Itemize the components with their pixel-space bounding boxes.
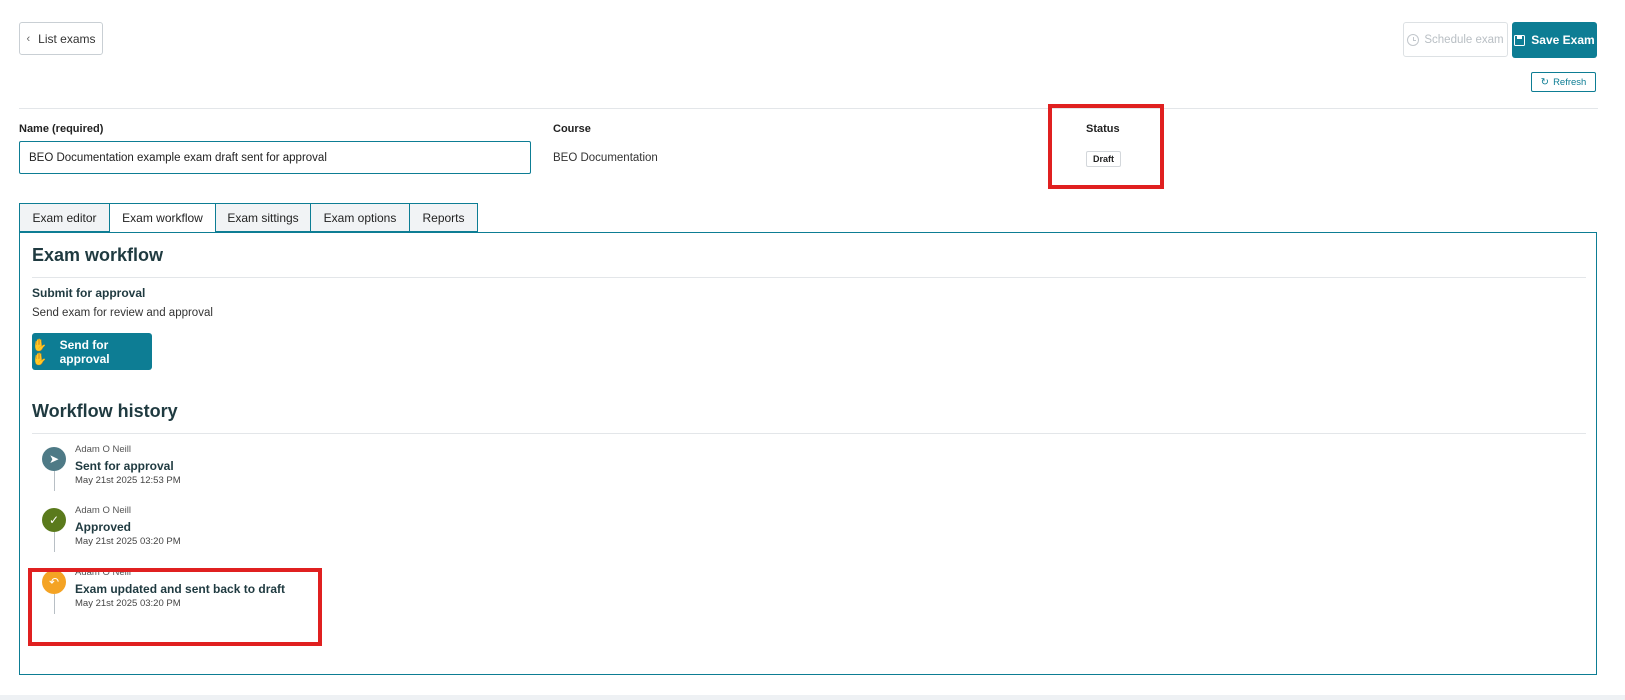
submit-title: Submit for approval [32, 286, 146, 300]
history-user: Adam O Neill [75, 505, 131, 516]
history-divider [32, 433, 1586, 434]
workflow-divider [32, 277, 1586, 278]
refresh-label: Refresh [1553, 76, 1587, 88]
tab-exam-sittings[interactable]: Exam sittings [215, 203, 310, 232]
save-icon [1514, 34, 1526, 46]
check-icon: ✓ [42, 508, 66, 532]
chevron-left-icon: ‹ [26, 32, 31, 45]
history-event: Approved [75, 520, 132, 534]
course-label: Course [553, 123, 591, 135]
save-exam-label: Save Exam [1531, 33, 1595, 47]
thumbs-icon: ✋✋ [32, 337, 47, 366]
list-exams-button[interactable]: ‹ List exams [19, 22, 103, 55]
timeline-connector [53, 532, 55, 552]
tab-exam-options[interactable]: Exam options [310, 203, 409, 232]
clock-icon [1407, 33, 1420, 46]
status-highlight-box [1048, 104, 1164, 189]
course-value: BEO Documentation [553, 152, 658, 164]
list-exams-label: List exams [38, 31, 96, 46]
schedule-exam-button[interactable]: Schedule exam [1403, 22, 1508, 57]
exam-name-input[interactable] [19, 141, 531, 174]
bottom-strip [0, 695, 1625, 700]
save-exam-button[interactable]: Save Exam [1512, 22, 1597, 58]
submit-description: Send exam for review and approval [32, 307, 213, 319]
history-user: Adam O Neill [75, 444, 131, 455]
send-icon: ➤ [42, 447, 66, 471]
history-highlight-box [28, 568, 322, 646]
history-date: May 21st 2025 12:53 PM [75, 475, 181, 486]
workflow-title: Exam workflow [32, 245, 164, 265]
history-event: Sent for approval [75, 459, 174, 473]
exam-tabs: Exam editor Exam workflow Exam sittings … [19, 203, 478, 233]
refresh-icon: ↻ [1540, 76, 1550, 88]
header-divider [19, 108, 1598, 109]
name-label: Name (required) [19, 123, 104, 135]
refresh-button[interactable]: ↻ Refresh [1531, 72, 1596, 92]
tab-reports[interactable]: Reports [409, 203, 478, 232]
schedule-exam-label: Schedule exam [1424, 33, 1504, 46]
send-for-approval-button[interactable]: ✋✋ Send for approval [32, 333, 152, 370]
send-for-approval-label: Send for approval [59, 337, 110, 366]
history-date: May 21st 2025 03:20 PM [75, 536, 181, 547]
tab-exam-workflow[interactable]: Exam workflow [109, 203, 215, 233]
tab-exam-editor[interactable]: Exam editor [19, 203, 109, 232]
timeline-connector [53, 471, 55, 491]
history-title: Workflow history [32, 401, 178, 421]
